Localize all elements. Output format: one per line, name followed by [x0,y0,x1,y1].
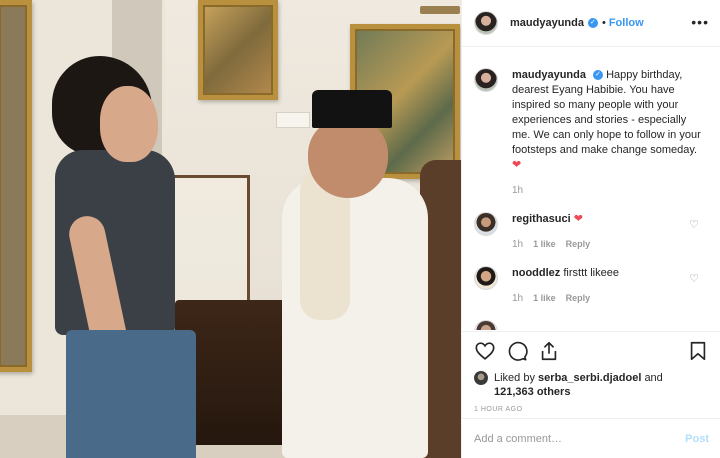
comment-likes[interactable]: 1 like [533,237,556,252]
liked-by-prefix: Liked by [494,372,535,384]
list-item: regithasuci ❤ 1h 1 like Reply ♡ [474,212,709,252]
reply-button[interactable]: Reply [566,237,591,252]
caption-text: Happy birthday, dearest Eyang Habibie. Y… [512,69,701,156]
list-item: nooddlez firsttt likeee 1h 1 like Reply … [474,266,709,306]
post-timestamp[interactable]: 1 HOUR AGO [474,406,709,413]
caption-username[interactable]: maudyayunda [512,69,586,81]
comment-text: firsttt likeee [563,267,619,279]
likes-summary: Liked by serba_serbi.djadoel and 121,363… [474,371,709,399]
comment-bubble-icon[interactable] [506,340,528,362]
avatar[interactable] [474,212,498,236]
avatar[interactable] [474,320,498,330]
woman-jeans [66,330,196,458]
picture-lamp [420,6,460,14]
comment-username[interactable]: nooddlez [512,267,560,279]
verified-badge-icon: ✓ [587,18,598,28]
like-comment-heart-icon[interactable]: ♡ [689,272,699,285]
reply-button[interactable]: Reply [566,291,591,306]
light-switch-plate [276,112,310,128]
avatar[interactable] [474,68,498,92]
liked-by-and: and [644,372,663,384]
comment-text: ❤ [573,213,583,225]
follow-button[interactable]: Follow [609,17,644,29]
post-header: maudyayunda ✓ • Follow ••• [462,0,720,47]
caption-time[interactable]: 1h [512,183,702,198]
painting-frame-center [198,0,278,100]
more-options-icon[interactable]: ••• [691,14,709,30]
header-separator: • [601,17,606,29]
liked-by-user[interactable]: serba_serbi.djadoel [538,372,641,384]
likes-count[interactable]: 121,363 others [494,386,570,398]
post-comment-button[interactable]: Post [685,433,709,445]
post-photo[interactable] [0,0,461,458]
comments-list[interactable]: maudyayunda ✓ Happy birthday, dearest Ey… [462,48,720,330]
comment-likes[interactable]: 1 like [533,291,556,306]
bookmark-icon[interactable] [687,340,709,362]
red-heart-emoji: ❤ [512,159,522,171]
avatar[interactable] [474,371,488,385]
avatar[interactable] [474,11,498,35]
heart-outline-icon[interactable] [474,340,496,362]
add-comment-bar: Post [462,418,720,458]
post-side-panel: maudyayunda ✓ • Follow ••• maudyayunda ✓… [461,0,720,458]
caption: maudyayunda ✓ Happy birthday, dearest Ey… [474,68,709,198]
verified-badge-icon: ✓ [593,70,604,81]
woman-face [100,86,158,162]
avatar[interactable] [474,266,498,290]
action-icons [474,340,709,362]
painting-frame-left [0,0,32,372]
like-comment-heart-icon[interactable]: ♡ [689,218,699,231]
list-item-partial [474,320,709,330]
man-face [308,118,388,198]
header-username[interactable]: maudyayunda [510,17,584,29]
comment-input[interactable] [474,432,686,445]
comment-time[interactable]: 1h [512,291,523,306]
share-icon[interactable] [538,340,560,362]
comment-time[interactable]: 1h [512,237,523,252]
man-peci-cap [312,90,392,128]
comment-username[interactable]: regithasuci [512,213,571,225]
